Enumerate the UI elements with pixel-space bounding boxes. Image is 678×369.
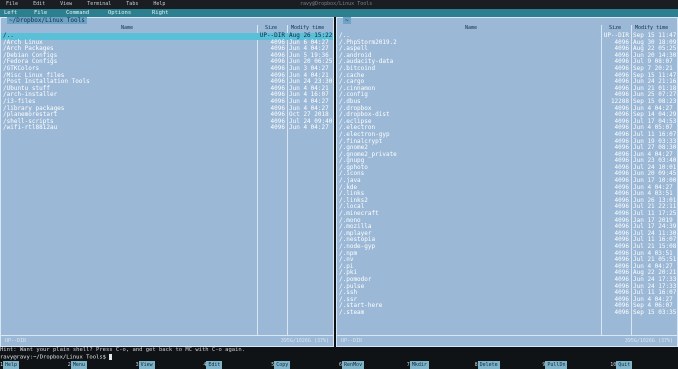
- fkey-label: Copy: [274, 361, 291, 369]
- terminal-menubar: File Edit View Terminal Tabs Help ravy@D…: [0, 0, 678, 9]
- fkey-edit[interactable]: 4 Edit: [203, 361, 223, 369]
- fkey-mkdir[interactable]: 7 Mkdir: [407, 361, 429, 369]
- terminal-menu-file[interactable]: File: [6, 1, 18, 7]
- fkey-label: RenMov: [342, 361, 365, 369]
- file-row[interactable]: /wifi-rtl8812au 4096 Jun 4 04:27: [1, 125, 333, 132]
- terminal-menu-tabs[interactable]: Tabs: [126, 1, 138, 7]
- fkey-label: Delete: [477, 361, 500, 369]
- fkey-label: View: [138, 361, 155, 369]
- right-panel-separator: [337, 335, 677, 336]
- fkey-help[interactable]: 1 Help: [0, 361, 20, 369]
- left-panel[interactable]: ~/Dropbox/Linux Tools Name Size Modify t…: [0, 17, 334, 347]
- fkey-quit[interactable]: 10 Quit: [610, 361, 633, 369]
- left-col-size[interactable]: Size: [265, 25, 277, 32]
- left-col-mtime[interactable]: Modify time: [291, 25, 324, 32]
- fkey-pulldn[interactable]: 9 PullDn: [542, 361, 568, 369]
- fkey-label: Menu: [70, 361, 87, 369]
- left-panel-disk: 395G/1026G (37%): [280, 338, 329, 345]
- terminal-menu-view[interactable]: View: [60, 1, 72, 7]
- fkey-menu[interactable]: 2 Menu: [68, 361, 87, 369]
- left-col-name[interactable]: Name: [121, 25, 133, 32]
- shell-prompt[interactable]: ravy@ravy:~/Dropbox/Linux Tools$: [0, 354, 678, 361]
- right-panel[interactable]: ~ Name Size Modify time /.. UP--DIR Sep 15…: [336, 17, 678, 347]
- file-size: 4096: [614, 308, 629, 316]
- mc-menubar: Left File Command Options Right: [0, 9, 678, 17]
- fkey-delete[interactable]: 8 Delete: [475, 361, 500, 369]
- mc-menu-file[interactable]: File: [34, 9, 47, 17]
- cursor: [109, 354, 113, 360]
- left-panel-path[interactable]: ~/Dropbox/Linux Tools: [7, 17, 87, 24]
- right-col-size[interactable]: Size: [609, 25, 621, 32]
- hint-line: Hint: Want your plain shell? Press C-o, …: [0, 347, 246, 353]
- terminal-menu-help[interactable]: Help: [153, 1, 165, 7]
- file-row[interactable]: /.steam 4096 Sep 15 03:35: [337, 308, 677, 317]
- left-panel-status: UP--DIR: [5, 338, 27, 345]
- fkey-renmov[interactable]: 6 RenMov: [339, 361, 365, 369]
- right-file-list: /.. UP--DIR Sep 15 11:47/.PhpStorm2019.2 40…: [337, 32, 677, 317]
- fkey-copy[interactable]: 5 Copy: [271, 361, 291, 369]
- right-col-name[interactable]: Name: [465, 25, 477, 32]
- left-file-list: /.. UP--DIR Aug 26 15:22/Arch Linux 4096 Jun…: [1, 32, 333, 132]
- fkey-view[interactable]: 3 View: [136, 361, 155, 369]
- mc-menu-command[interactable]: Command: [66, 9, 89, 17]
- left-panel-separator: [1, 335, 333, 336]
- right-col-mtime[interactable]: Modify time: [635, 25, 668, 32]
- right-panel-disk: 395G/1026G (37%): [624, 338, 673, 345]
- mc-menu-right[interactable]: Right: [152, 9, 169, 17]
- prompt-text: ravy@ravy:~/Dropbox/Linux Tools$: [0, 354, 106, 361]
- terminal-menu-edit[interactable]: Edit: [33, 1, 45, 7]
- mc-menu-options[interactable]: Options: [108, 9, 131, 17]
- file-name: /wifi-rtl8812au: [3, 124, 58, 132]
- file-mtime: Sep 15 03:35: [633, 308, 677, 316]
- function-key-bar: 1 Help 2 Menu 3 View 4 Edit 5 Copy 6 RenMov 7 Mkdir 8 D…: [0, 361, 678, 369]
- right-panel-path[interactable]: ~: [343, 17, 351, 24]
- file-name: /.steam: [339, 308, 365, 316]
- fkey-label: Edit: [206, 361, 223, 369]
- file-mtime: Jun 4 04:27: [289, 124, 329, 132]
- file-size: 4096: [270, 124, 285, 132]
- terminal-menu-terminal[interactable]: Terminal: [87, 1, 111, 7]
- fkey-label: Mkdir: [409, 361, 429, 369]
- mc-menu-left[interactable]: Left: [4, 9, 17, 17]
- fkey-label: PullDn: [545, 361, 568, 369]
- fkey-label: Help: [3, 361, 20, 369]
- terminal-title: ravy@Dropbox/Linux Tools: [300, 1, 373, 7]
- fkey-label: Quit: [616, 361, 633, 369]
- right-panel-status: UP--DIR: [341, 338, 363, 345]
